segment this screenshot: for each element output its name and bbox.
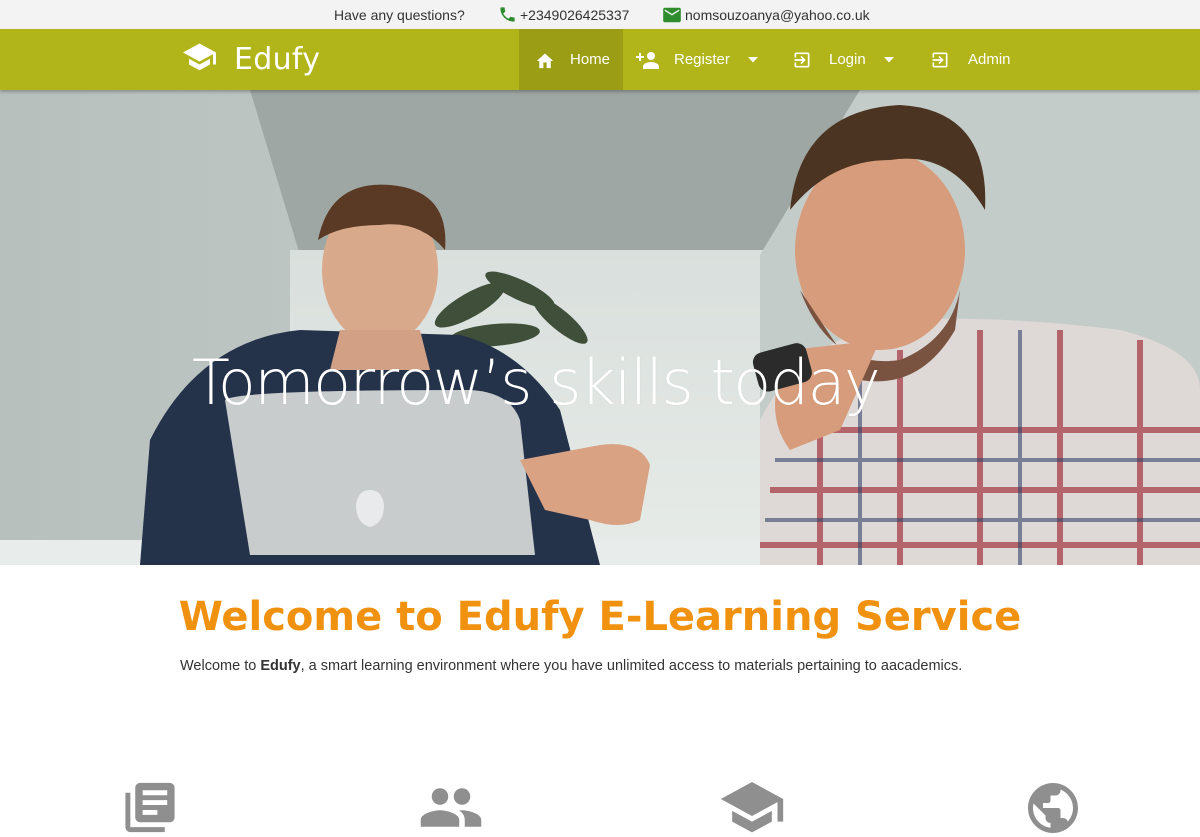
graduation-cap-icon (181, 42, 218, 77)
nav-login[interactable]: Login (792, 29, 894, 90)
login-icon (792, 50, 812, 70)
phone-number: +2349026425337 (520, 6, 630, 23)
email-contact[interactable]: nomsouzoanya@yahoo.co.uk (662, 0, 870, 29)
chevron-down-icon (747, 56, 758, 63)
welcome-text-prefix: Welcome to (180, 658, 261, 674)
nav-home-label: Home (570, 51, 611, 68)
nav-home[interactable]: Home (519, 29, 623, 90)
welcome-title: Welcome to Edufy E-Learning Service (178, 594, 1022, 640)
person-add-icon (636, 50, 662, 70)
globe-icon (1023, 778, 1083, 837)
email-address: nomsouzoanya@yahoo.co.uk (685, 6, 870, 23)
people-icon (418, 778, 484, 837)
hero-banner: Tomorrow’s skills today (0, 90, 1200, 565)
welcome-text: Welcome to Edufy, a smart learning envir… (180, 658, 962, 674)
brand-logo[interactable]: Edufy (181, 29, 320, 90)
question-text: Have any questions? (334, 6, 465, 23)
welcome-text-brand: Edufy (260, 658, 301, 674)
chevron-down-icon (883, 56, 894, 63)
login-icon (930, 50, 950, 70)
nav-admin-label: Admin (968, 51, 1011, 68)
phone-contact[interactable]: +2349026425337 (498, 0, 629, 29)
home-icon (535, 51, 555, 69)
welcome-text-suffix: , a smart learning environment where you… (300, 658, 963, 674)
nav-register[interactable]: Register (636, 29, 758, 90)
hero-title: Tomorrow’s skills today (192, 346, 881, 419)
nav-admin[interactable]: Admin (930, 29, 1011, 90)
main-navbar: Edufy Home Register Login Admin (0, 29, 1200, 90)
mail-icon (662, 7, 685, 23)
hero-photo (0, 90, 1200, 565)
nav-login-label: Login (829, 51, 866, 68)
top-info-bar: Have any questions? +2349026425337 nomso… (0, 0, 1200, 29)
nav-register-label: Register (674, 51, 730, 68)
phone-icon (498, 5, 520, 24)
library-books-icon (120, 778, 180, 837)
graduation-cap-icon (718, 778, 786, 837)
brand-name: Edufy (234, 42, 321, 77)
